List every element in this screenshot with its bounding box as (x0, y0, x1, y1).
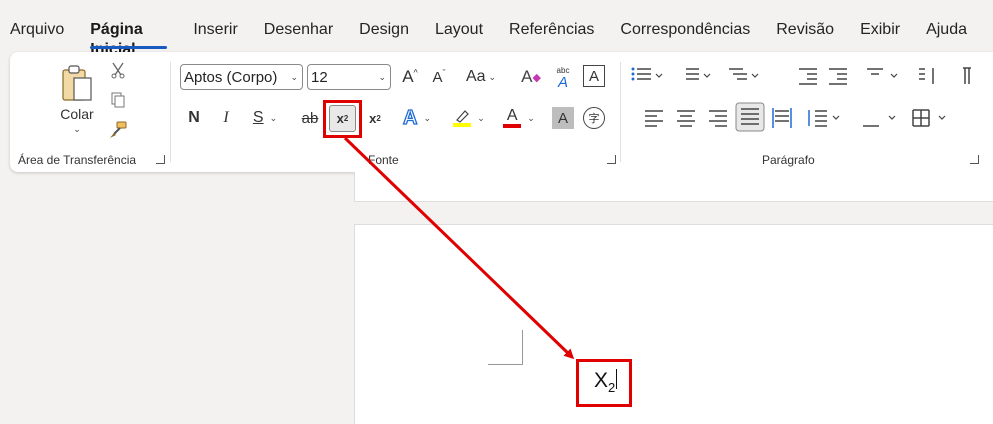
distributed-button[interactable] (771, 106, 795, 130)
clipboard-group-label: Área de Transferência (18, 153, 137, 167)
bullets-button[interactable] (631, 64, 665, 88)
menu-design[interactable]: Design (359, 20, 409, 40)
show-marks-button[interactable] (955, 64, 977, 88)
document-page[interactable] (354, 224, 993, 424)
decrease-indent-button[interactable] (797, 64, 821, 88)
font-group-label: Fonte (368, 153, 399, 167)
paste-button[interactable]: Colar ⌄ (55, 58, 99, 140)
scissors-icon (111, 62, 125, 79)
grow-font-icon: A^ (402, 67, 418, 86)
font-color-button[interactable]: A ⌄ (499, 106, 539, 130)
chevron-down-icon: ⌄ (423, 112, 431, 123)
enclose-characters-icon: 字 (588, 113, 600, 125)
underline-button[interactable]: S ⌄ (246, 106, 284, 130)
enclose-characters-button[interactable]: 字 (583, 107, 605, 129)
chevron-down-icon: ⌄ (477, 112, 485, 123)
font-launcher-icon[interactable] (607, 155, 616, 164)
separator (170, 62, 171, 162)
shrink-font-button[interactable]: Aˇ (426, 64, 452, 90)
chevron-down-icon: ⌄ (527, 112, 535, 123)
menu-revisao[interactable]: Revisão (776, 20, 834, 40)
menu-correspondencias[interactable]: Correspondências (620, 20, 750, 40)
font-size-select[interactable]: 12 ⌄ (307, 64, 391, 90)
change-case-button[interactable]: Aa ⌄ (462, 64, 500, 90)
highlight-color-button[interactable]: ⌄ (449, 106, 489, 130)
character-shading-icon: A (557, 109, 568, 127)
font-color-icon: A (503, 108, 522, 128)
bold-button[interactable]: N (182, 106, 206, 130)
italic-label: I (223, 109, 229, 126)
margin-corner-mark (488, 364, 523, 365)
chevron-down-icon: ⌄ (488, 71, 497, 82)
cut-button[interactable] (106, 58, 130, 82)
shading-button[interactable] (861, 106, 901, 130)
paragraph-launcher-icon[interactable] (970, 155, 979, 164)
clipboard-launcher-icon[interactable] (156, 155, 165, 164)
menu-referencias[interactable]: Referências (509, 20, 594, 40)
phonetic-guide-icon: A (557, 73, 568, 91)
text-effects-icon: A (402, 106, 418, 129)
chevron-down-icon: ⌄ (378, 72, 386, 82)
highlighter-icon (453, 109, 472, 127)
align-right-button[interactable] (707, 106, 731, 130)
superscript-button[interactable]: x2 (363, 106, 387, 130)
character-border-icon: A (588, 67, 599, 85)
menu-exibir[interactable]: Exibir (860, 20, 900, 40)
text-direction-button[interactable] (865, 64, 901, 88)
result-highlight-box (576, 359, 632, 407)
paste-icon (62, 64, 92, 101)
menu-desenhar[interactable]: Desenhar (264, 20, 333, 40)
align-center-button[interactable] (675, 106, 699, 130)
font-size-value: 12 (311, 68, 328, 86)
clear-formatting-button[interactable]: A ◆ (518, 64, 544, 90)
change-case-label: Aa (465, 68, 486, 85)
justify-button[interactable] (735, 102, 765, 132)
sort-button[interactable] (915, 64, 939, 88)
paste-dropdown-icon: ⌄ (73, 123, 81, 134)
previous-page (354, 172, 993, 202)
line-spacing-button[interactable] (805, 106, 845, 130)
menu-ajuda[interactable]: Ajuda (926, 20, 967, 40)
margin-corner-mark (522, 330, 523, 365)
menu-bar: Arquivo Página Inicial Inserir Desenhar … (0, 0, 993, 58)
font-family-select[interactable]: Aptos (Corpo) ⌄ (180, 64, 303, 90)
increase-indent-button[interactable] (827, 64, 851, 88)
paragraph-group-label: Parágrafo (762, 153, 815, 167)
character-shading-button[interactable]: A (552, 107, 574, 129)
copy-button[interactable] (106, 88, 130, 112)
paragraph-toolbar (631, 64, 977, 132)
borders-button[interactable] (911, 106, 951, 130)
phonetic-guide-button[interactable]: abc A (550, 64, 576, 92)
superscript-label: x (369, 110, 377, 126)
strikethrough-label: ab (301, 109, 319, 127)
superscript-index: 2 (376, 113, 381, 123)
font-family-value: Aptos (Corpo) (184, 68, 278, 86)
multilevel-list-button[interactable] (727, 64, 761, 88)
align-left-button[interactable] (643, 106, 667, 130)
format-painter-icon (110, 121, 127, 138)
copy-icon (111, 92, 125, 108)
menu-inserir[interactable]: Inserir (193, 20, 237, 40)
underline-label: S (252, 109, 264, 126)
strikethrough-button[interactable]: ab (297, 106, 323, 130)
eraser-icon: ◆ (532, 71, 541, 84)
format-painter-button[interactable] (106, 118, 130, 142)
clear-formatting-icon: A (521, 67, 533, 86)
text-effects-button[interactable]: A ⌄ (397, 106, 437, 130)
chevron-down-icon: ⌄ (290, 72, 298, 82)
italic-button[interactable]: I (214, 106, 238, 130)
bold-label: N (188, 109, 200, 126)
numbering-button[interactable] (679, 64, 713, 88)
shrink-font-icon: Aˇ (432, 68, 446, 86)
paste-label: Colar (60, 105, 94, 122)
menu-layout[interactable]: Layout (435, 20, 483, 40)
ribbon: Colar ⌄ Área de Transferência Aptos (Cor… (10, 52, 993, 172)
chevron-down-icon: ⌄ (269, 112, 278, 123)
character-border-button[interactable]: A (583, 65, 605, 87)
menu-arquivo[interactable]: Arquivo (10, 20, 64, 40)
subscript-highlight-box (323, 100, 362, 138)
grow-font-button[interactable]: A^ (397, 64, 423, 90)
